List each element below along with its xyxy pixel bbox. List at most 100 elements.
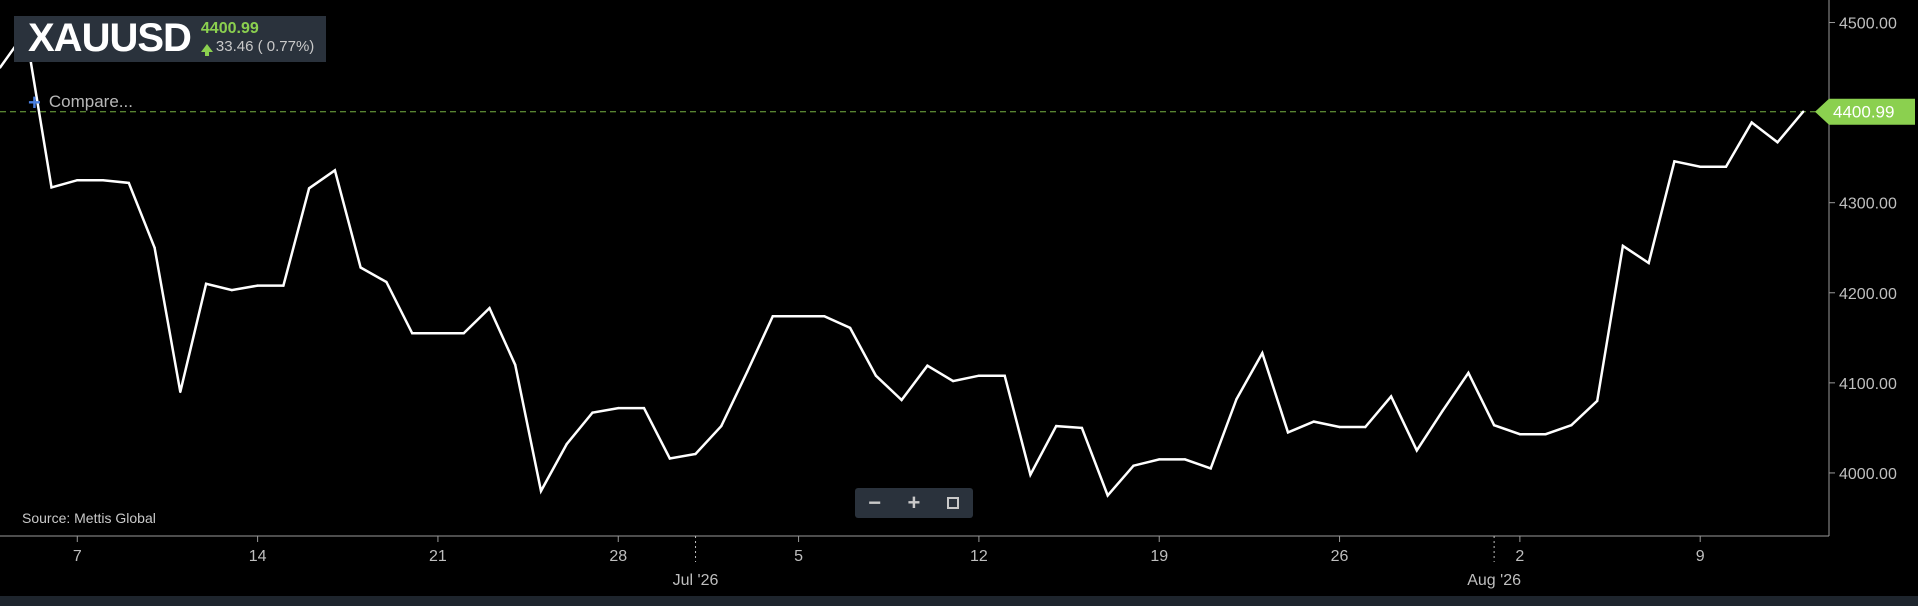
data-point	[1312, 420, 1316, 423]
y-tick-label: 4100.00	[1839, 376, 1897, 393]
y-tick-label: 4500.00	[1839, 16, 1897, 33]
data-point	[1389, 395, 1393, 398]
month-label: Jul '26	[673, 572, 719, 589]
data-point	[771, 315, 774, 318]
data-point	[642, 406, 646, 410]
data-point	[76, 179, 79, 182]
arrow-up-icon	[200, 44, 213, 56]
data-point	[848, 326, 852, 330]
x-tick-label: 12	[970, 548, 988, 565]
data-point	[1286, 431, 1290, 434]
data-point	[1441, 409, 1444, 412]
ticker-change-value: 33.46 ( 0.77%)	[215, 38, 315, 55]
data-point	[1415, 449, 1419, 452]
data-point	[823, 315, 826, 318]
data-point	[668, 457, 671, 460]
minus-icon: −	[868, 490, 882, 515]
data-point	[282, 284, 285, 287]
x-tick-label: 2	[1515, 548, 1524, 565]
data-point	[926, 364, 929, 367]
data-point	[488, 306, 491, 310]
data-point	[256, 284, 259, 287]
x-tick-label: 28	[609, 548, 627, 565]
data-point	[1699, 165, 1702, 168]
y-tick-label: 4200.00	[1839, 286, 1897, 303]
fullscreen-icon	[947, 497, 960, 509]
data-point	[204, 282, 208, 285]
data-point	[514, 363, 517, 366]
data-point	[874, 374, 878, 377]
source-label: Source: Mettis Global	[22, 510, 156, 526]
data-point	[436, 332, 440, 335]
last-price-label: 4400.99	[1833, 103, 1894, 122]
data-point	[1029, 473, 1032, 476]
plus-icon: +	[907, 490, 921, 515]
y-tick-label: 4300.00	[1839, 196, 1897, 213]
data-point	[1080, 426, 1084, 430]
data-point	[745, 370, 749, 374]
footer-strip	[0, 596, 1918, 606]
data-point	[1673, 160, 1676, 163]
data-point	[1544, 433, 1547, 436]
data-point	[1750, 121, 1753, 124]
data-point	[1106, 494, 1109, 497]
data-point	[720, 424, 723, 428]
data-point	[127, 181, 130, 185]
data-point	[411, 332, 414, 335]
zoom-in-button[interactable]: +	[899, 489, 929, 517]
compare-label: Compare...	[48, 92, 133, 111]
data-point	[1209, 467, 1212, 470]
x-tick-label: 21	[429, 548, 447, 565]
data-point	[359, 266, 362, 269]
zoom-out-button[interactable]: −	[860, 489, 890, 517]
x-tick-label: 9	[1696, 548, 1705, 565]
zoom-toolbar: − +	[855, 488, 973, 518]
data-point	[951, 379, 955, 383]
x-tick-label: 19	[1150, 548, 1168, 565]
x-tick-label: 5	[794, 548, 803, 565]
data-point	[1364, 425, 1367, 429]
data-point	[1492, 424, 1496, 427]
data-point	[1183, 458, 1187, 461]
data-point	[591, 411, 594, 414]
data-point	[1647, 261, 1650, 265]
compare-button[interactable]: + Compare...	[28, 89, 133, 115]
data-point	[694, 452, 697, 456]
data-point	[1261, 351, 1264, 355]
y-tick-label: 4000.00	[1839, 466, 1897, 483]
data-point	[230, 288, 233, 292]
data-point	[565, 442, 568, 446]
data-point	[1338, 425, 1341, 429]
ticker-change: 33.46 ( 0.77%)	[200, 38, 315, 56]
month-label: Aug '26	[1467, 572, 1521, 589]
data-point	[1055, 424, 1058, 428]
fullscreen-button[interactable]	[938, 489, 968, 517]
data-point	[1724, 165, 1728, 168]
data-point	[179, 390, 182, 394]
data-point	[385, 280, 388, 284]
data-point	[153, 246, 156, 249]
plus-icon: +	[28, 89, 41, 115]
data-point	[333, 169, 337, 172]
data-point	[462, 332, 465, 335]
data-point	[617, 406, 620, 410]
data-point	[1776, 141, 1779, 144]
data-point	[1158, 458, 1161, 461]
data-point	[101, 179, 105, 182]
data-point	[1570, 424, 1573, 427]
data-point	[50, 186, 53, 189]
data-point	[1003, 374, 1006, 377]
data-point	[1802, 110, 1805, 113]
data-point	[977, 374, 981, 377]
x-tick-label: 7	[73, 548, 82, 565]
ticker-price: 4400.99	[200, 20, 259, 37]
data-point	[1235, 397, 1238, 401]
data-point	[1596, 399, 1599, 403]
ticker-quote: 4400.99 33.46 ( 0.77%)	[200, 20, 315, 56]
data-point	[900, 398, 903, 402]
ticker-symbol: XAUUSD	[28, 16, 192, 60]
ticker-header: XAUUSD 4400.99 33.46 ( 0.77%)	[14, 16, 327, 62]
data-point	[1518, 433, 1522, 436]
data-point	[539, 489, 543, 493]
price-series-line	[0, 28, 1805, 498]
